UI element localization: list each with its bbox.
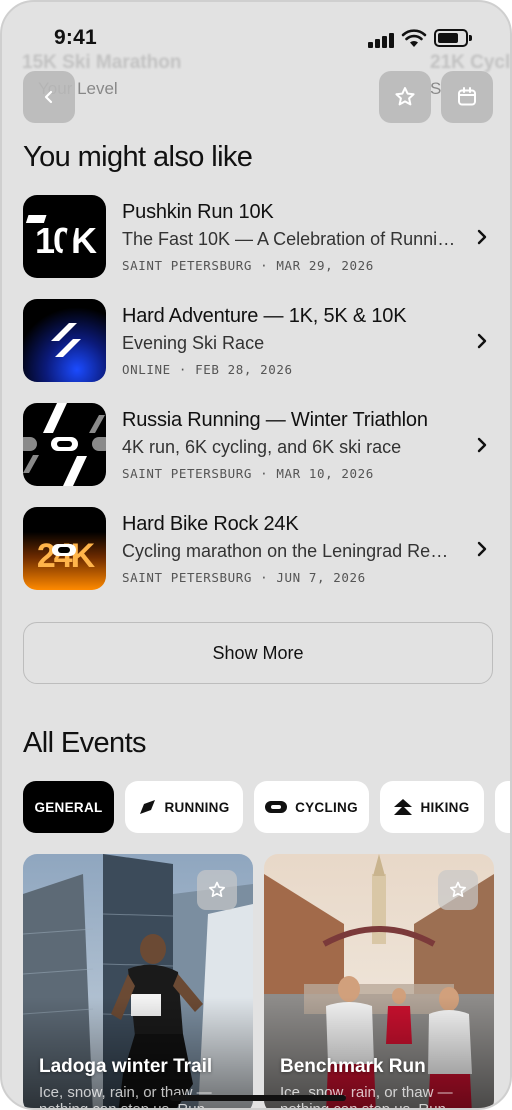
event-title: Pushkin Run 10K — [122, 201, 274, 223]
home-indicator — [170, 1095, 346, 1101]
chip-label: RUNNING — [164, 799, 230, 815]
event-card-title: Benchmark Run — [280, 1056, 426, 1077]
card-favorite-button[interactable] — [197, 870, 237, 910]
event-meta: SAINT PETERSBURG · MAR 10, 2026 — [122, 466, 374, 481]
recommendation-item[interactable]: Hard Adventure — 1K, 5K & 10K Evening Sk… — [23, 299, 493, 385]
chip-hiking[interactable]: HIKING — [380, 781, 484, 833]
battery-icon — [434, 29, 472, 47]
event-subtitle: Cycling marathon on the Leningrad Region… — [122, 541, 457, 561]
chip-running[interactable]: RUNNING — [125, 781, 243, 833]
star-icon — [209, 881, 225, 897]
event-title: Hard Adventure — 1K, 5K & 10K — [122, 305, 407, 327]
chevron-right-icon — [477, 333, 487, 349]
chevron-right-icon — [477, 541, 487, 557]
event-subtitle: 4K run, 6K cycling, and 6K ski race — [122, 437, 402, 457]
phone-screen: 15K Ski Marathon Your Level 21K Cycli S … — [0, 0, 512, 1110]
chip-cycling[interactable]: CYCLING — [254, 781, 369, 833]
recommendation-item[interactable]: 10K Pushkin Run 10K The Fast 10K — A Cel… — [23, 195, 493, 281]
event-title: Russia Running — Winter Triathlon — [122, 409, 428, 431]
event-meta: SAINT PETERSBURG · MAR 29, 2026 — [122, 258, 374, 273]
chip-label: CYCLING — [295, 799, 358, 815]
header-ghost-subtitle-right: S — [430, 79, 442, 98]
back-button[interactable] — [23, 71, 75, 123]
recommendation-item[interactable]: 24K Hard Bike Rock 24K Cycling marathon … — [23, 507, 493, 593]
card-favorite-button[interactable] — [438, 870, 478, 910]
all-events-title: All Events — [23, 727, 147, 759]
event-title: Hard Bike Rock 24K — [122, 513, 299, 535]
event-meta: ONLINE · FEB 28, 2026 — [122, 362, 293, 377]
chip-label: HIKING — [420, 799, 470, 815]
hiking-icon — [394, 799, 413, 815]
event-card[interactable]: Ladoga winter Trail Ice, snow, rain, or … — [23, 854, 253, 1108]
event-logo-image: 24K — [23, 507, 106, 590]
cellular-signal-icon — [368, 32, 396, 48]
event-card-title: Ladoga winter Trail — [39, 1056, 213, 1077]
chip-more[interactable] — [495, 781, 510, 833]
chevron-left-icon — [44, 90, 53, 104]
event-subtitle: The Fast 10K — A Celebration of Running — [122, 229, 457, 249]
event-logo-image — [23, 299, 106, 382]
event-logo-image — [23, 403, 106, 486]
chevron-right-icon — [477, 437, 487, 453]
calendar-button[interactable] — [441, 71, 493, 123]
status-bar: 15K Ski Marathon Your Level 21K Cycli S … — [2, 2, 510, 98]
show-more-button[interactable]: Show More — [23, 622, 493, 684]
favorite-button[interactable] — [379, 71, 431, 123]
recommendations-title: You might also like — [23, 141, 253, 173]
recommendation-item[interactable]: Russia Running — Winter Triathlon 4K run… — [23, 403, 493, 489]
calendar-icon — [458, 87, 476, 106]
event-logo-image: 10K — [23, 195, 106, 278]
event-meta: SAINT PETERSBURG · JUN 7, 2026 — [122, 570, 366, 585]
event-subtitle: Evening Ski Race — [122, 333, 265, 353]
chip-label: GENERAL — [34, 799, 103, 815]
star-icon — [450, 881, 466, 897]
star-icon — [395, 87, 415, 106]
chevron-right-icon — [477, 229, 487, 245]
event-card[interactable]: Benchmark Run Ice, snow, rain, or thaw —… — [264, 854, 494, 1108]
cycling-icon — [265, 801, 288, 813]
chip-general[interactable]: GENERAL — [23, 781, 114, 833]
running-icon — [140, 800, 156, 814]
status-time: 9:41 — [54, 26, 97, 49]
wifi-icon — [401, 29, 427, 49]
